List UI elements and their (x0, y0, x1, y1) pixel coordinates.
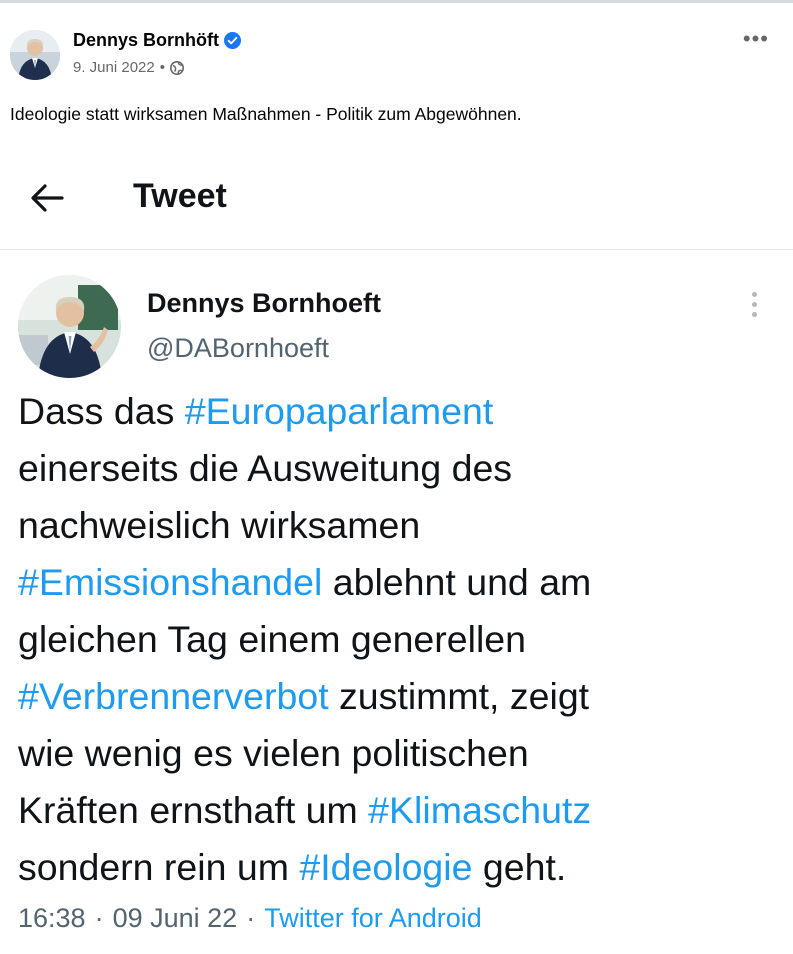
hashtag-link[interactable]: #Emissionshandel (18, 561, 322, 603)
tweet-text-line: sondern rein um #Ideologie geht. (18, 839, 778, 896)
tweet-text-segment: sondern rein um (18, 846, 300, 888)
tweet-top-bar: Tweet (0, 160, 793, 248)
verified-badge-icon (224, 32, 241, 49)
back-arrow-icon[interactable] (28, 178, 68, 218)
hashtag-link[interactable]: #Europaparlament (185, 390, 494, 432)
more-options-icon[interactable]: ••• (743, 28, 769, 50)
tweet-more-icon[interactable] (748, 292, 760, 324)
tweet-text-line: Kräften ernsthaft um #Klimaschutz (18, 782, 778, 839)
top-divider (0, 0, 793, 3)
tweet-text-segment: nachweislich wirksamen (18, 504, 421, 546)
tweet-text-segment: geht. (472, 846, 567, 888)
tweet-author-handle[interactable]: @DABornhoeft (147, 333, 329, 364)
meta-separator: • (159, 59, 165, 76)
tweet-text-segment: ablehnt und am (322, 561, 592, 603)
tweet-text-segment: Dass das (18, 390, 185, 432)
tweet-text-segment: einerseits die Ausweitung des (18, 447, 513, 489)
author-name[interactable]: Dennys Bornhöft (73, 30, 219, 51)
tweet-text-segment: gleichen Tag einem generellen (18, 618, 527, 660)
tweet-text-line: wie wenig es vielen politischen (18, 725, 778, 782)
post-header: Dennys Bornhöft 9. Juni 2022 • ••• (10, 27, 783, 83)
globe-icon (170, 60, 184, 75)
tweet-text-line: #Verbrennerverbot zustimmt, zeigt (18, 668, 778, 725)
tweet-text-segment: zustimmt, zeigt (328, 675, 590, 717)
author-avatar[interactable] (10, 30, 60, 80)
tweet-source-link[interactable]: Twitter for Android (264, 903, 482, 934)
hashtag-link[interactable]: #Verbrennerverbot (18, 675, 329, 717)
tweet-text-segment: Kräften ernsthaft um (18, 789, 369, 831)
post-date[interactable]: 9. Juni 2022 (73, 59, 155, 76)
tweet-text: Dass das #Europaparlament einerseits die … (18, 383, 778, 896)
tweet-author-name[interactable]: Dennys Bornhoeft (147, 288, 381, 319)
tweet-time: 16:38 (18, 903, 86, 933)
hashtag-link[interactable]: #Klimaschutz (368, 789, 591, 831)
tweet-text-line: nachweislich wirksamen (18, 497, 778, 554)
tweet-author-avatar[interactable] (18, 275, 121, 378)
tweet-date: 09 Juni 22 (112, 903, 238, 933)
tweet-text-line: gleichen Tag einem generellen (18, 611, 778, 668)
footer-separator: · (246, 903, 256, 933)
tweet-divider (0, 249, 793, 250)
tweet-bar-title: Tweet (133, 177, 227, 215)
footer-separator: · (94, 903, 104, 933)
hashtag-link[interactable]: #Ideologie (299, 846, 472, 888)
tweet-text-line: einerseits die Ausweitung des (18, 440, 778, 497)
tweet-text-line: #Emissionshandel ablehnt und am (18, 554, 778, 611)
tweet-footer: 16:38 · 09 Juni 22 · Twitter for Android (18, 903, 482, 934)
tweet-text-line: Dass das #Europaparlament (18, 383, 778, 440)
post-caption: Ideologie statt wirksamen Maßnahmen - Po… (10, 104, 522, 124)
tweet-text-segment: wie wenig es vielen politischen (18, 732, 529, 774)
